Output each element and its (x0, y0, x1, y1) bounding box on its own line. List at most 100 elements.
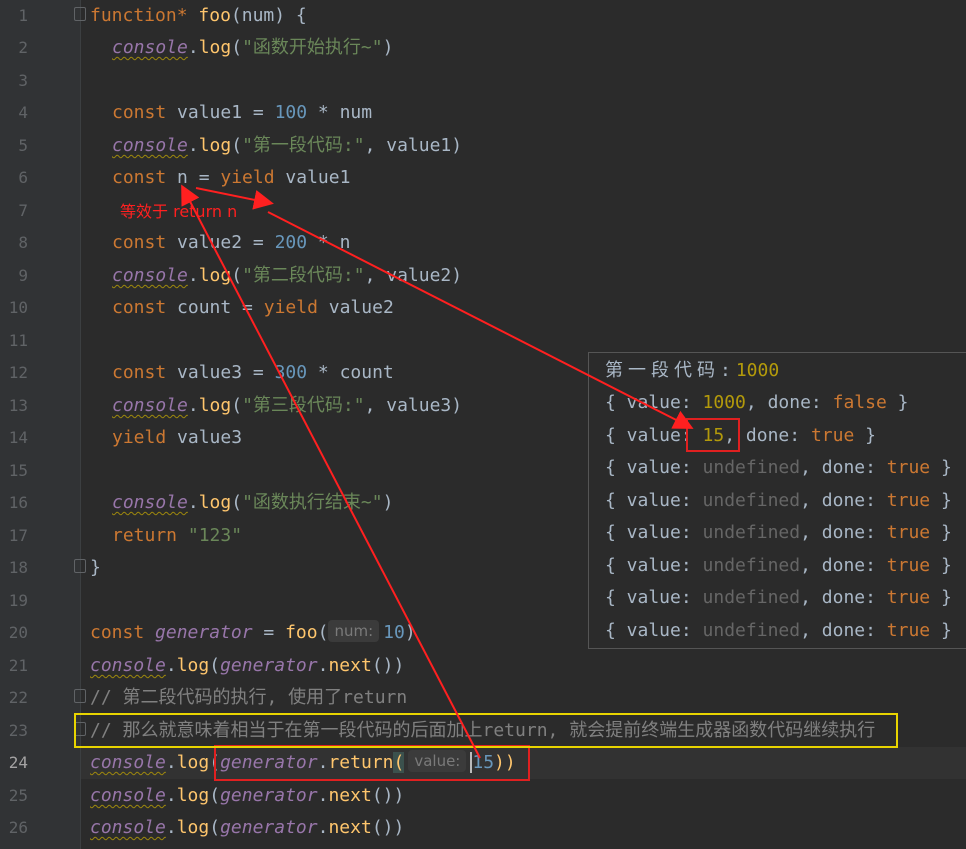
fold-toggle-icon[interactable] (74, 689, 86, 703)
keyword: const (112, 232, 167, 253)
method-name: log (176, 785, 210, 806)
code-line[interactable]: const generator = foo(num: 10) (90, 617, 416, 649)
token: console (90, 655, 166, 676)
line-number: 11 (8, 331, 28, 350)
console-undefined: undefined (702, 555, 801, 576)
token: ( (231, 395, 243, 416)
fold-toggle-icon[interactable] (74, 7, 86, 21)
token: console (112, 37, 188, 58)
console-text: { value: (605, 457, 703, 478)
console-undefined: undefined (702, 522, 801, 543)
line-number: 21 (8, 656, 28, 675)
line-number: 13 (8, 396, 28, 415)
string-literal: "第一段代码:" (242, 135, 365, 156)
token: value3 = (166, 362, 275, 383)
console-output-panel[interactable]: 第一段代码:1000 { value: 1000, done: false } … (588, 352, 966, 649)
code-line[interactable]: const count = yield value2 (112, 292, 394, 324)
console-boolean: true (886, 457, 931, 478)
method-name: log (176, 655, 210, 676)
console-text: } (886, 392, 909, 413)
code-line[interactable]: console.log("第三段代码:", value3) (112, 390, 462, 422)
token: (num) { (230, 5, 307, 26)
code-line[interactable]: yield value3 (112, 422, 242, 454)
console-line: { value: undefined, done: true } (605, 485, 952, 517)
token: console (90, 752, 166, 773)
console-text: { value: (605, 392, 703, 413)
token: * count (307, 362, 394, 383)
token: . (165, 817, 177, 838)
code-line[interactable]: console.log(generator.next()) (90, 812, 404, 844)
code-line[interactable]: const value1 = 100 * num (112, 97, 372, 129)
line-number: 6 (18, 168, 28, 187)
token: console (90, 817, 166, 838)
console-number: 1000 (735, 360, 780, 381)
console-line: { value: undefined, done: true } (605, 615, 952, 647)
method-name: next (328, 655, 372, 676)
code-line[interactable]: function* foo(num) { (90, 0, 307, 32)
code-line[interactable]: console.log("函数执行结束~") (112, 487, 393, 519)
console-text: { value: (605, 490, 703, 511)
variable-name: generator (220, 817, 318, 838)
code-line[interactable]: return "123" (112, 520, 242, 552)
code-line[interactable]: console.log("第一段代码:", value1) (112, 130, 462, 162)
line-number: 20 (8, 623, 28, 642)
console-undefined: undefined (702, 587, 801, 608)
console-text: } (930, 490, 952, 511)
token: ( (231, 37, 243, 58)
console-text: } (930, 620, 952, 641)
console-boolean: true (886, 587, 931, 608)
keyword: const (112, 102, 167, 123)
string-literal: "第二段代码:" (242, 265, 365, 286)
code-line[interactable]: const value3 = 300 * count (112, 357, 394, 389)
token: value3 (166, 427, 243, 448)
code-line[interactable]: console.log("函数开始执行~") (112, 32, 393, 64)
token: . (165, 785, 177, 806)
line-number: 26 (8, 818, 28, 837)
code-line[interactable]: console.log("第二段代码:", value2) (112, 260, 462, 292)
code-line[interactable]: const n = yield value1 (112, 162, 350, 194)
console-text: } (930, 587, 952, 608)
variable-name: generator (220, 655, 318, 676)
code-line[interactable]: const value2 = 200 * n (112, 227, 350, 259)
token: console (112, 395, 188, 416)
token: . (317, 655, 329, 676)
keyword: yield (112, 427, 167, 448)
token: . (187, 135, 199, 156)
console-line: { value: undefined, done: true } (605, 452, 952, 484)
keyword: return (112, 525, 178, 546)
console-label: 第一段代码: (605, 360, 736, 381)
token: value1 (274, 167, 351, 188)
console-boolean: true (886, 555, 931, 576)
console-text: } (930, 457, 952, 478)
code-line[interactable]: console.log(generator.next()) (90, 780, 404, 812)
token: ( (231, 492, 243, 513)
console-text: , done: (800, 587, 887, 608)
console-text: , done: (800, 620, 887, 641)
line-number: 14 (8, 428, 28, 447)
token: console (112, 492, 188, 513)
code-line[interactable]: } (90, 552, 101, 584)
token: , value3) (364, 395, 463, 416)
token: ( (231, 135, 243, 156)
highlight-box-comment (74, 713, 898, 748)
line-number: 7 (18, 201, 28, 220)
keyword: yield (220, 167, 275, 188)
console-text: } (930, 555, 952, 576)
token: ) (382, 37, 394, 58)
line-number: 16 (8, 493, 28, 512)
token: . (187, 492, 199, 513)
fold-toggle-icon[interactable] (74, 559, 86, 573)
number-literal: 300 (274, 362, 308, 383)
console-number: 1000 (702, 392, 746, 413)
console-boolean: true (886, 522, 931, 543)
console-line: { value: undefined, done: true } (605, 550, 952, 582)
keyword: * (176, 5, 188, 26)
comment-line[interactable]: // 第二段代码的执行, 使用了return (90, 682, 407, 714)
console-text: } (854, 425, 876, 446)
token: . (317, 817, 329, 838)
console-text: { value: (605, 620, 703, 641)
code-line[interactable]: console.log(generator.next()) (90, 650, 404, 682)
token: value2 (317, 297, 394, 318)
